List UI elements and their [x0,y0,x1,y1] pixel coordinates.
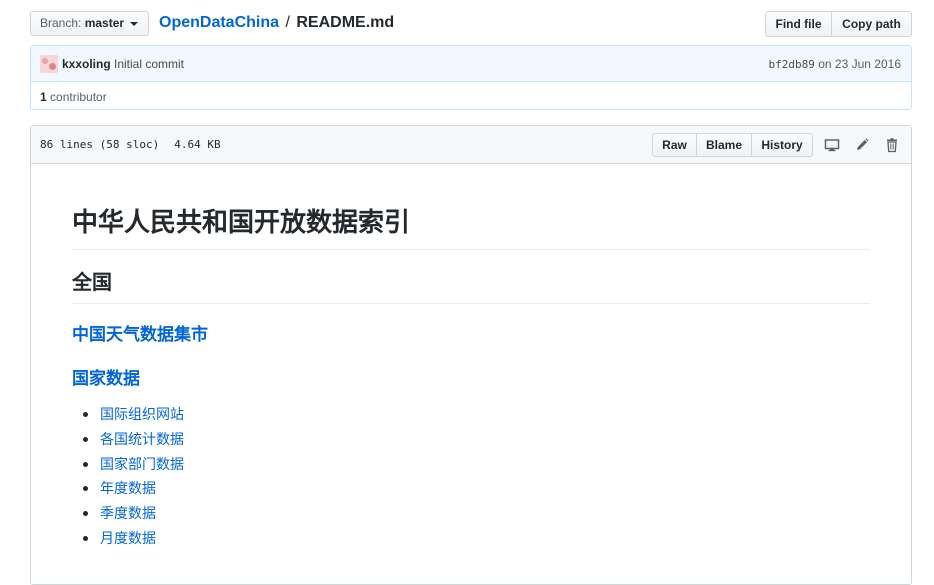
pencil-icon[interactable] [854,137,870,153]
branch-name: master [84,16,125,30]
file-name: README.md [296,14,395,31]
caret-down-icon [130,21,139,26]
contributors[interactable]: 1 contributor [40,90,107,104]
branch-select-button[interactable]: Branch: master [30,11,149,36]
commit-meta: bf2db89 on 23 Jun 2016 [769,57,901,71]
list-item[interactable]: 各国统计数据 [72,429,184,454]
blame-button[interactable]: Blame [696,133,752,157]
trash-icon[interactable] [884,137,900,153]
commit-sha[interactable]: bf2db89 [769,58,815,71]
find-file-button[interactable]: Find file [765,11,832,37]
file-viewer: 86 lines (58 sloc) 4.64 KB Raw Blame Hist… [30,125,912,585]
file-size: 4.64 KB [174,138,221,151]
list-item[interactable]: 年度数据 [72,478,184,503]
commit-tease: kxxoling Initial commit bf2db89 on 23 Ju… [30,45,912,110]
raw-button[interactable]: Raw [652,133,697,157]
list-item[interactable]: 季度数据 [72,503,184,528]
contributor-label: contributor [50,90,107,104]
file-lines: 86 lines (58 sloc) [40,138,160,151]
repo-link[interactable]: OpenDataChina [159,14,279,31]
latest-commit-row: kxxoling Initial commit bf2db89 on 23 Ju… [31,46,911,82]
breadcrumb: OpenDataChina / README.md [159,13,394,33]
readme-title: 中华人民共和国开放数据索引 [72,204,870,250]
list-item[interactable]: 月度数据 [72,528,184,553]
section-heading-national: 全国 [72,266,870,304]
avatar[interactable] [40,55,58,73]
list-item[interactable]: 国际组织网站 [72,404,184,429]
desktop-icon[interactable] [824,137,840,153]
copy-path-button[interactable]: Copy path [831,11,912,37]
file-header: 86 lines (58 sloc) 4.64 KB Raw Blame Hist… [31,126,911,164]
commit-date: on 23 Jun 2016 [818,57,901,71]
breadcrumb-separator: / [285,14,290,31]
link-weather-data[interactable]: 中国天气数据集市 [72,324,208,346]
list-item[interactable]: 国家部门数据 [72,454,184,479]
national-data-list: 国际组织网站 各国统计数据 国家部门数据 年度数据 季度数据 月度数据 [72,404,184,553]
branch-label: Branch: [40,16,82,30]
contributor-count: 1 [40,90,47,104]
file-info: 86 lines (58 sloc) 4.64 KB [40,138,221,151]
history-button[interactable]: History [751,133,813,157]
commit-author[interactable]: kxxoling [62,57,111,71]
file-navigation: Branch: master OpenDataChina / README.md… [30,11,912,37]
link-national-data[interactable]: 国家数据 [72,368,140,390]
commit-message[interactable]: Initial commit [114,57,184,71]
